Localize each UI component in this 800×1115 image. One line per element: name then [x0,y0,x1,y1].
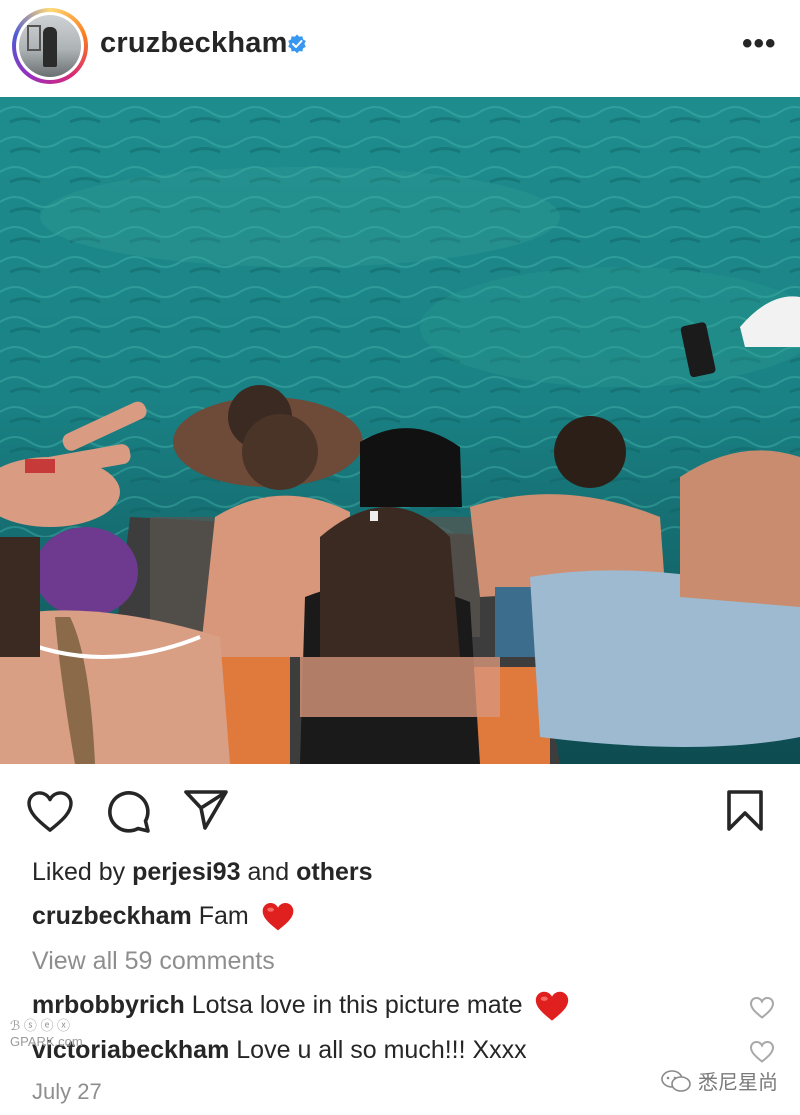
comment-like-heart-icon[interactable] [750,1041,774,1063]
caption-text: Fam [198,902,249,930]
wechat-watermark: 悉尼星尚 [660,1066,778,1095]
heart-icon[interactable] [27,791,73,833]
red-heart-emoji-icon [262,903,294,931]
caption-username[interactable]: cruzbeckham [32,902,192,930]
bookmark-icon[interactable] [727,790,763,832]
post-date: July 27 [32,1079,102,1104]
wechat-icon [661,1069,691,1092]
action-bar [0,764,800,860]
liked-by-user[interactable]: perjesi93 [132,858,240,886]
comment-text: Lotsa love in this picture mate [191,991,523,1020]
comment-text: Love u all so much!!! Xxxx [236,1036,527,1064]
paper-plane-icon[interactable] [184,790,228,830]
likes-summary: Liked by perjesi93 and others [32,858,373,887]
comment-item: victoriabeckham Love u all so much!!! Xx… [32,1036,527,1065]
post-username[interactable]: cruzbeckham [100,27,288,60]
comment-item: mrbobbyrich Lotsa love in this picture m… [32,991,569,1022]
likes-and: and [247,858,290,886]
liked-by-others[interactable]: others [296,858,372,886]
avatar [19,15,81,77]
watermark-line1: ℬ ⓢ ⓔ ⓧ [10,1018,71,1033]
comment-like-heart-icon[interactable] [750,997,774,1019]
site-watermark: ℬ ⓢ ⓔ ⓧ GPARK.com [10,1018,83,1050]
post-header: cruzbeckham ••• [0,0,800,96]
comment-bubble-icon[interactable] [107,790,151,834]
verified-badge-icon [288,34,306,54]
more-options-icon[interactable]: ••• [742,29,777,59]
watermark-line2: GPARK.com [10,1034,83,1049]
wechat-label: 悉尼星尚 [698,1072,778,1094]
post-caption: cruzbeckham Fam [32,902,294,932]
comment-username[interactable]: mrbobbyrich [32,991,185,1019]
post-photo[interactable] [0,97,800,764]
story-ring-avatar[interactable] [12,8,88,84]
view-all-comments-link[interactable]: View all 59 comments [32,947,275,976]
photo-illustration [0,97,800,764]
likes-prefix: Liked by [32,858,126,886]
red-heart-emoji-icon [536,991,569,1021]
